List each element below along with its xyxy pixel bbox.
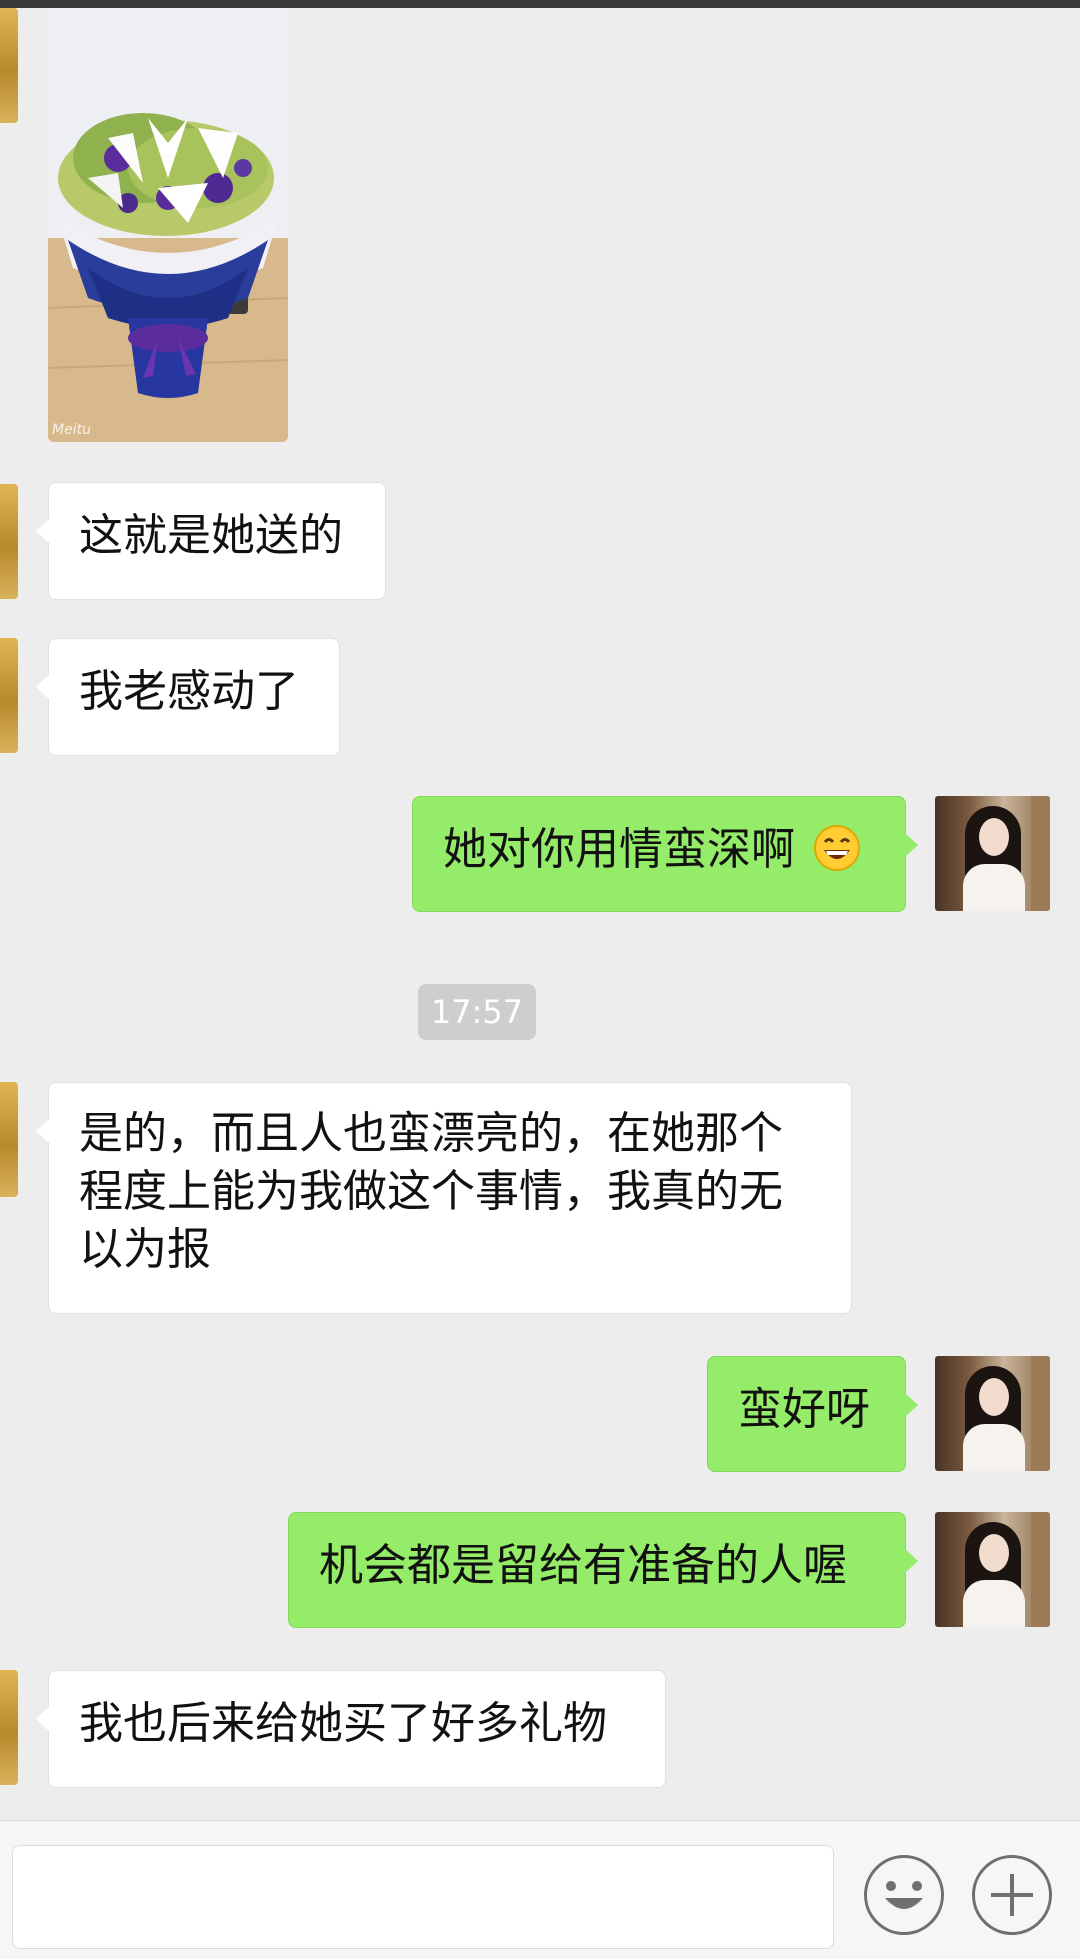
chat-area[interactable]: Meitu 这就是她送的 我老感动了 她对你用情蛮深啊 17:57 是的，而且人… bbox=[0, 8, 1080, 1820]
flower-bouquet-image bbox=[48, 8, 288, 442]
plus-icon bbox=[991, 1874, 1033, 1916]
emoji-button[interactable] bbox=[864, 1855, 944, 1935]
message-text-line: 以为报 bbox=[79, 1224, 211, 1275]
message-input[interactable] bbox=[12, 1845, 834, 1949]
message-text-line: 是的，而且人也蛮漂亮的，在她那个 bbox=[79, 1108, 783, 1159]
message-bubble-sent[interactable]: 她对你用情蛮深啊 bbox=[412, 796, 918, 912]
contact-avatar[interactable] bbox=[0, 638, 18, 753]
plus-button[interactable] bbox=[972, 1855, 1052, 1935]
grinning-face-icon bbox=[814, 825, 860, 871]
smiley-icon bbox=[885, 1881, 923, 1909]
message-bubble-received[interactable]: 我老感动了 bbox=[36, 638, 340, 756]
message-bubble-received[interactable]: 是的，而且人也蛮漂亮的，在她那个 程度上能为我做这个事情，我真的无 以为报 bbox=[36, 1082, 852, 1314]
my-avatar[interactable] bbox=[935, 796, 1050, 911]
my-avatar[interactable] bbox=[935, 1356, 1050, 1471]
message-bubble-received[interactable]: 我也后来给她买了好多礼物 bbox=[36, 1670, 666, 1788]
message-text: 蛮好呀 bbox=[738, 1384, 870, 1435]
my-avatar[interactable] bbox=[935, 1512, 1050, 1627]
image-message[interactable]: Meitu bbox=[48, 8, 288, 442]
message-text: 我老感动了 bbox=[79, 666, 299, 717]
status-strip bbox=[0, 0, 1080, 8]
message-text: 这就是她送的 bbox=[79, 510, 343, 561]
contact-avatar[interactable] bbox=[0, 1670, 18, 1785]
input-bar bbox=[0, 1820, 1080, 1959]
message-text-line: 程度上能为我做这个事情，我真的无 bbox=[79, 1166, 783, 1217]
photo-watermark: Meitu bbox=[52, 422, 91, 438]
message-bubble-sent[interactable]: 蛮好呀 bbox=[707, 1356, 918, 1472]
message-text: 她对你用情蛮深啊 bbox=[443, 824, 795, 875]
message-bubble-received[interactable]: 这就是她送的 bbox=[36, 482, 386, 600]
message-text: 我也后来给她买了好多礼物 bbox=[79, 1698, 607, 1749]
message-text: 机会都是留给有准备的人喔 bbox=[319, 1540, 847, 1591]
timestamp: 17:57 bbox=[418, 984, 536, 1040]
contact-avatar[interactable] bbox=[0, 8, 18, 123]
contact-avatar[interactable] bbox=[0, 1082, 18, 1197]
message-bubble-sent[interactable]: 机会都是留给有准备的人喔 bbox=[288, 1512, 918, 1628]
contact-avatar[interactable] bbox=[0, 484, 18, 599]
